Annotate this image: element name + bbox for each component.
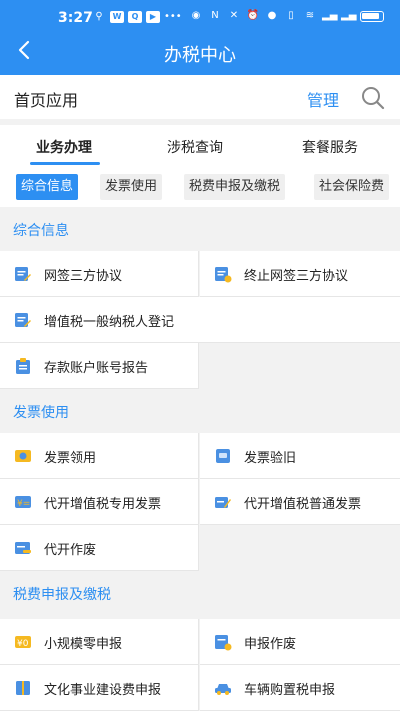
service-item[interactable]: 代开增值税普通发票	[200, 479, 400, 525]
service-item-label: 终止网签三方协议	[244, 269, 349, 284]
tab-tax-query[interactable]: 涉税查询	[167, 137, 223, 157]
document-pen-icon	[14, 311, 32, 329]
service-item-label: 车辆购置税申报	[244, 683, 336, 698]
service-item-label: 发票领用	[44, 451, 97, 466]
service-item[interactable]: 网签三方协议	[0, 251, 199, 297]
signal-icon: ▂▄	[341, 10, 357, 21]
nfc-icon: N	[211, 10, 219, 21]
tab-active-indicator	[30, 162, 100, 165]
service-item[interactable]: 发票验旧	[200, 433, 400, 479]
app-notification-icon: W	[110, 11, 124, 23]
section-header-general-info: 综合信息	[0, 207, 400, 251]
invoice-icon	[14, 447, 32, 465]
back-arrow-icon[interactable]	[10, 38, 38, 66]
declare-cancel-icon	[214, 633, 232, 651]
app-header: 3:27 ⚲ W Q ▶ ••• ◉ N ✕ ⏰ ● ▯ ≋ ▂▄ ▂▄ 办税中…	[0, 0, 400, 75]
ticket-pen-icon	[214, 493, 232, 511]
service-item[interactable]: 发票领用	[0, 433, 199, 479]
yen-card-icon: ¥0	[14, 633, 32, 651]
battery-icon	[360, 10, 384, 22]
qq-icon: Q	[128, 11, 142, 23]
service-item[interactable]: 终止网签三方协议	[200, 251, 400, 297]
tab-package-service[interactable]: 套餐服务	[302, 137, 358, 157]
service-item-label: 代开作废	[44, 543, 97, 558]
service-item[interactable]: ¥0 小规模零申报	[0, 619, 199, 665]
service-item[interactable]: 增值税一般纳税人登记	[0, 297, 400, 343]
service-item[interactable]: 存款账户账号报告	[0, 343, 199, 389]
service-item[interactable]: 代开作废	[0, 525, 199, 571]
category-tabs: 业务办理 涉税查询 套餐服务	[0, 125, 400, 167]
page-title: 办税中心	[164, 45, 236, 66]
mute-icon: ✕	[229, 10, 239, 21]
section-title: 综合信息	[13, 223, 69, 239]
status-system-icons: ◉ N ✕ ⏰ ● ▯ ≋ ▂▄ ▂▄	[189, 10, 384, 22]
section-header-invoice-use: 发票使用	[0, 389, 400, 433]
service-item-label: 网签三方协议	[44, 269, 123, 284]
signal-icon: ▂▄	[322, 10, 338, 21]
section-header-tax-declare: 税费申报及缴税	[0, 571, 400, 615]
service-item-label: 小规模零申报	[44, 637, 123, 652]
chip-social-insurance[interactable]: 社会保险费	[314, 174, 390, 200]
more-icon: •••	[164, 11, 182, 22]
empty-cell	[200, 343, 400, 389]
wifi-icon: ≋	[305, 10, 315, 21]
ticket-icon: ¥=	[14, 493, 32, 511]
status-notification-icons: ⚲ W Q ▶ •••	[92, 11, 182, 23]
filter-chips: 综合信息 发票使用 税费申报及缴税 社会保险费	[0, 167, 400, 207]
service-item[interactable]: 车辆购置税申报	[200, 665, 400, 711]
service-item-label: 发票验旧	[244, 451, 297, 466]
document-pen-icon	[14, 265, 32, 283]
section-title: 税费申报及缴税	[13, 587, 111, 603]
app-notification-icon: ▶	[146, 11, 160, 23]
service-item-label: 增值税一般纳税人登记	[44, 315, 175, 330]
service-item[interactable]: 申报作废	[200, 619, 400, 665]
document-stop-icon	[214, 265, 232, 283]
invoice-check-icon	[214, 447, 232, 465]
status-time: 3:27	[58, 10, 93, 26]
service-item-label: 代开增值税专用发票	[44, 497, 162, 512]
location-icon: ●	[267, 10, 277, 21]
service-item-label: 申报作废	[244, 637, 297, 652]
clipboard-icon	[14, 357, 32, 375]
service-item[interactable]: ¥= 代开增值税专用发票	[0, 479, 199, 525]
service-item[interactable]: 文化事业建设费申报	[0, 665, 199, 711]
search-icon[interactable]	[360, 85, 386, 111]
svg-text:¥0: ¥0	[17, 639, 29, 649]
empty-cell	[200, 525, 400, 571]
home-apps-label: 首页应用	[14, 91, 79, 110]
chip-tax-declare[interactable]: 税费申报及缴税	[184, 174, 286, 200]
vibrate-icon: ▯	[288, 10, 294, 21]
service-item-label: 存款账户账号报告	[44, 361, 149, 376]
home-apps-bar: 首页应用 管理	[0, 75, 400, 119]
tab-business[interactable]: 业务办理	[36, 137, 92, 157]
alarm-icon: ⏰	[246, 10, 260, 21]
service-item-label: 代开增值税普通发票	[244, 497, 362, 512]
car-icon	[214, 679, 232, 697]
book-icon	[14, 679, 32, 697]
chip-invoice-use[interactable]: 发票使用	[100, 174, 163, 200]
svg-text:¥=: ¥=	[17, 499, 30, 509]
status-bar: 3:27 ⚲ W Q ▶ ••• ◉ N ✕ ⏰ ● ▯ ≋ ▂▄ ▂▄	[0, 0, 400, 34]
section-title: 发票使用	[13, 405, 69, 421]
service-item-label: 文化事业建设费申报	[44, 683, 162, 698]
chip-general-info[interactable]: 综合信息	[16, 174, 79, 200]
manage-button[interactable]: 管理	[307, 87, 339, 111]
usb-icon: ⚲	[95, 11, 103, 22]
eye-icon: ◉	[191, 10, 201, 21]
cancel-doc-icon	[14, 539, 32, 557]
